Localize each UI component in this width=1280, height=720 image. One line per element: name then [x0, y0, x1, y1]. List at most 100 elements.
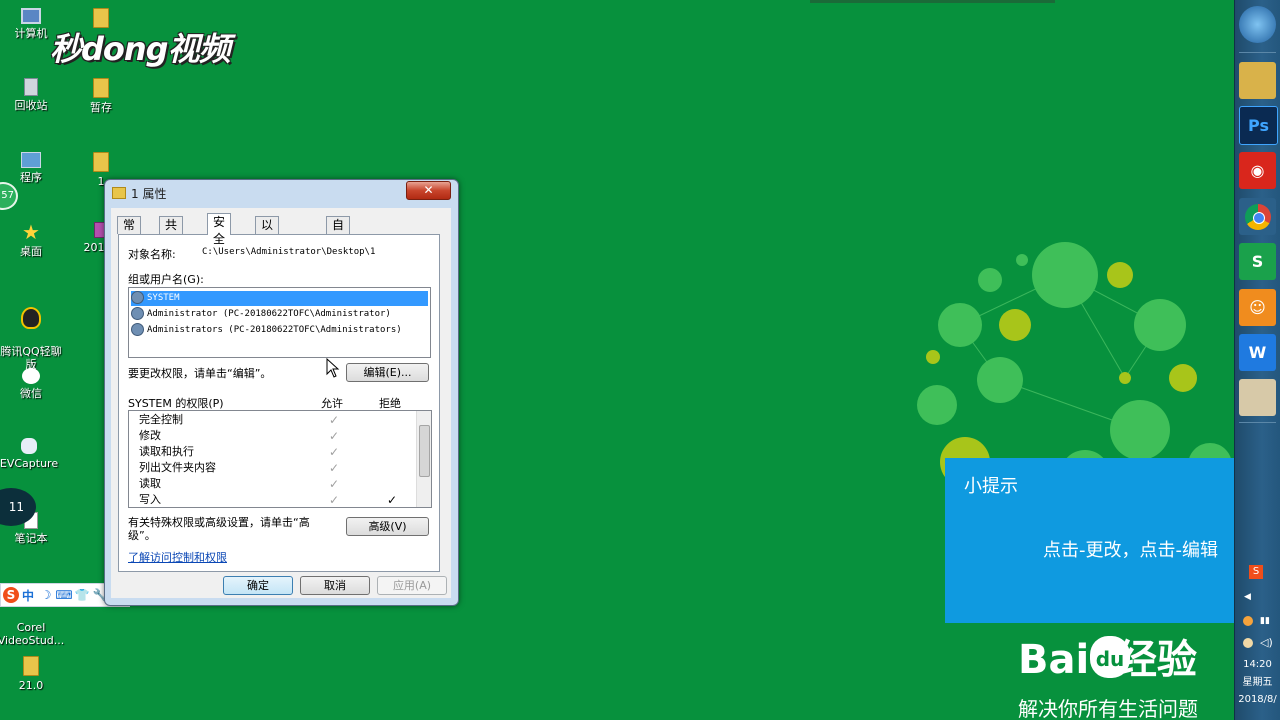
allow-check-icon: ✓ — [329, 429, 340, 443]
folder-icon — [93, 78, 109, 98]
moon-icon[interactable]: ☽ — [37, 588, 55, 602]
recycle-bin-icon — [24, 78, 38, 96]
advanced-button[interactable]: 高级(V) — [346, 517, 429, 536]
tray-cat-icon[interactable] — [1243, 638, 1253, 648]
decorative-circles — [917, 242, 1232, 490]
dialog-titlebar[interactable]: 1 属性 — [112, 184, 166, 202]
uc-browser-icon[interactable]: ☺ — [1239, 289, 1276, 326]
baidu-slogan: 解决你所有生活问题 — [1018, 697, 1198, 720]
permission-name: 读取和执行 — [139, 445, 194, 458]
deny-check-icon: ✓ — [387, 493, 398, 507]
tab-security[interactable]: 安全 — [207, 213, 232, 246]
keyboard-icon[interactable]: ⌨ — [55, 588, 73, 602]
netease-music-icon[interactable]: ◉ — [1239, 152, 1276, 189]
clock-time[interactable]: 14:20 — [1235, 658, 1280, 672]
desktop-icon-label: 21.0 — [18, 679, 44, 692]
user-group-icon — [131, 323, 144, 336]
chrome-icon[interactable] — [1239, 198, 1276, 235]
capture-icon — [21, 438, 37, 454]
users-listbox[interactable]: SYSTEM Administrator (PC-20180622TOFC\Ad… — [128, 287, 431, 358]
object-name-value: C:\Users\Administrator\Desktop\1 — [202, 247, 376, 257]
ok-button[interactable]: 确定 — [223, 576, 293, 595]
skin-icon[interactable]: 👕 — [73, 588, 91, 602]
explorer-icon[interactable] — [1239, 62, 1276, 99]
tab-customize[interactable]: 自定义 — [326, 216, 351, 266]
allow-check-icon: ✓ — [329, 477, 340, 491]
permission-name: 写入 — [139, 493, 161, 506]
clock-weekday[interactable]: 星期五 — [1235, 676, 1280, 690]
tab-previous-versions[interactable]: 以前的版本 — [255, 216, 280, 300]
desktop-icon-qq[interactable]: 腾讯QQ轻聊 版 — [0, 294, 66, 371]
group-users-label: 组或用户名(G): — [128, 273, 204, 286]
desktop-icon-21[interactable]: 21.0 — [0, 656, 62, 692]
security-panel: 对象名称: C:\Users\Administrator\Desktop\1 组… — [118, 234, 440, 572]
desktop-icon-corel[interactable]: Corel VideoStud... — [0, 608, 66, 647]
deny-header: 拒绝 — [379, 397, 401, 410]
tip-card: 小提示 点击-更改，点击-编辑 — [945, 458, 1235, 623]
start-orb-icon[interactable] — [1239, 6, 1276, 43]
taskbar-separator — [1239, 52, 1276, 53]
avatar-app-icon[interactable] — [1239, 379, 1276, 416]
program-icon — [21, 152, 41, 168]
volume-icon[interactable]: ◁) — [1260, 636, 1273, 649]
scrollbar-thumb[interactable] — [419, 425, 430, 477]
cancel-button[interactable]: 取消 — [300, 576, 370, 595]
tray-app-icon[interactable] — [1243, 616, 1253, 626]
dialog-title: 1 属性 — [131, 186, 167, 201]
desktop-icon-program[interactable]: 程序 — [0, 152, 62, 184]
desktop-icon-temp[interactable]: 暂存 — [70, 78, 132, 114]
folder-icon — [93, 152, 109, 172]
desktop-icon-label: 微信 — [20, 387, 42, 400]
side-widget-badge[interactable]: 57 — [0, 182, 18, 210]
dialog-body: 常规 共享 安全 以前的版本 自定义 对象名称: C:\Users\Admini… — [111, 208, 451, 598]
desktop-icon-label: 笔记本 — [14, 532, 48, 545]
spreadsheet-icon[interactable]: S — [1239, 243, 1276, 280]
clock-date[interactable]: 2018/8/ — [1235, 693, 1280, 707]
desktop-icon-computer[interactable]: 计算机 — [0, 8, 62, 40]
desktop-icon-label: Corel VideoStud... — [0, 621, 65, 647]
list-item[interactable]: Administrator (PC-20180622TOFC\Administr… — [131, 307, 391, 322]
tip-title: 小提示 — [964, 476, 1018, 497]
desktop-icon-recycle-bin[interactable]: 回收站 — [0, 78, 62, 112]
permission-name: 列出文件夹内容 — [139, 461, 216, 474]
desktop-icon-label: 桌面 — [20, 245, 42, 258]
learn-access-control-link[interactable]: 了解访问控制和权限 — [128, 549, 227, 565]
ime-mode-chinese[interactable]: 中 — [19, 587, 37, 604]
desktop-icon-folder[interactable] — [70, 8, 132, 31]
desktop-icon-desktop[interactable]: ★ 桌面 — [0, 222, 62, 258]
sogou-ime-icon[interactable]: S — [3, 587, 19, 603]
user-name: Administrators (PC-20180622TOFC\Administ… — [147, 325, 402, 335]
allow-check-icon: ✓ — [329, 445, 340, 459]
close-button[interactable]: ✕ — [406, 181, 451, 200]
permission-name: 读取 — [139, 477, 161, 490]
desktop: 秒dong视频 计算机 回收站 暂存 程序 1 ★ 桌面 20180 腾讯QQ轻… — [0, 0, 1235, 720]
photoshop-icon[interactable]: Ps — [1239, 106, 1278, 145]
star-icon: ★ — [22, 220, 40, 244]
list-item[interactable]: SYSTEM — [131, 291, 428, 306]
permission-name: 完全控制 — [139, 413, 183, 426]
qq-icon — [21, 307, 41, 329]
list-item[interactable]: Administrators (PC-20180622TOFC\Administ… — [131, 323, 402, 338]
tray-expand-icon[interactable]: ◀ — [1244, 592, 1251, 602]
taskbar-separator — [1239, 422, 1276, 423]
change-permissions-hint: 要更改权限，请单击“编辑”。 — [128, 367, 272, 380]
tab-sharing[interactable]: 共享 — [159, 216, 184, 249]
desktop-icon-label: 计算机 — [14, 27, 48, 40]
advanced-hint: 有关特殊权限或高级设置，请单击“高级”。 — [128, 516, 310, 542]
permissions-list[interactable]: 完全控制 修改 读取和执行 列出文件夹内容 读取 写入 ✓ ✓ ✓ ✓ ✓ ✓ … — [128, 410, 432, 508]
tab-general[interactable]: 常规 — [117, 216, 142, 249]
properties-dialog: 1 属性 ✕ 常规 共享 安全 以前的版本 自定义 对象名称: C:\Users… — [104, 179, 459, 606]
tray-sogou-icon[interactable]: S — [1249, 565, 1263, 579]
desktop-icon-evcapture[interactable]: EVCapture — [0, 438, 64, 470]
folder-icon — [112, 187, 126, 199]
edit-button[interactable]: 编辑(E)... — [346, 363, 429, 382]
desktop-icon-wechat[interactable]: 微信 — [0, 368, 62, 400]
network-icon[interactable]: ▮▮ — [1260, 616, 1270, 626]
permission-name: 修改 — [139, 429, 161, 442]
wps-icon[interactable]: W — [1239, 334, 1276, 371]
window-edge — [810, 0, 1055, 3]
permissions-scrollbar[interactable] — [416, 411, 431, 507]
apply-button[interactable]: 应用(A) — [377, 576, 447, 595]
folder-icon — [93, 8, 109, 28]
computer-icon — [21, 8, 41, 24]
